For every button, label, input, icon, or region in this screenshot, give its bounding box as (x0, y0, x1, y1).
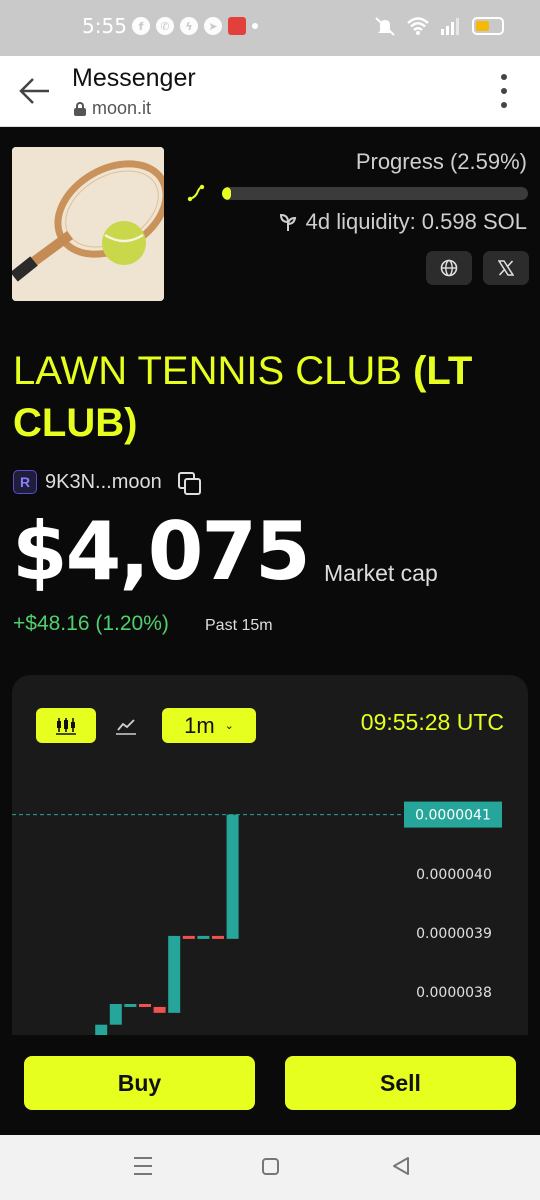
candle (182, 935, 195, 939)
system-icons (374, 16, 504, 36)
back-arrow-icon[interactable] (18, 76, 52, 106)
candlestick-toggle[interactable] (36, 708, 96, 743)
change-period: Past 15m (205, 617, 273, 634)
facebook-icon: f (132, 17, 150, 35)
more-notifications-icon (252, 23, 258, 29)
progress-label: Progress (2.59%) (355, 149, 527, 174)
globe-icon (440, 259, 458, 277)
candlestick-chart[interactable]: 0.00000410.00000400.00000390.00000380.00… (12, 775, 528, 1035)
mute-icon (375, 17, 395, 36)
liquidity-text: 4d liquidity: 0.598 SOL (305, 209, 527, 234)
url-bar[interactable]: moon.it (74, 98, 151, 119)
interval-select[interactable]: 1m ⌄ (162, 708, 256, 743)
x-social-button[interactable] (483, 251, 529, 285)
app-title: Messenger (72, 64, 196, 92)
liquidity-info: 4d liquidity: 0.598 SOL (278, 209, 527, 235)
candle (95, 1024, 108, 1035)
candles (95, 814, 239, 1035)
candlestick-icon (56, 717, 76, 735)
price-chart-card: 1m ⌄ 09:55:28 UTC 0.0000041 0.0000040 0.00… (12, 675, 528, 1035)
recent-apps-icon[interactable] (134, 1157, 152, 1175)
more-options-icon[interactable] (500, 74, 508, 108)
chevron-down-icon: ⌄ (224, 720, 234, 732)
battery-icon (472, 17, 504, 35)
candle (124, 1003, 137, 1007)
address-text: 9K3N...moon (45, 470, 162, 493)
photos-icon (228, 17, 246, 35)
telegram-icon: ➤ (204, 17, 222, 35)
signal-icon (441, 18, 459, 35)
interval-value: 1m (184, 712, 215, 738)
sell-button[interactable]: Sell (285, 1056, 516, 1110)
system-nav-bar (0, 1135, 540, 1200)
candle (109, 1003, 122, 1025)
y-tick-label: 0.0000039 (416, 926, 492, 942)
sprout-icon (279, 213, 296, 231)
status-bar: 5:55 f ✆ ϟ ➤ (0, 0, 540, 56)
market-cap-value: $4,075 (12, 505, 311, 598)
line-chart-icon (116, 718, 136, 735)
lock-icon (74, 101, 86, 116)
status-time: 5:55 (82, 14, 127, 38)
line-chart-toggle[interactable] (110, 708, 142, 743)
candle (139, 1003, 151, 1007)
token-image (12, 147, 164, 301)
raydium-icon: R (13, 470, 37, 494)
candle (212, 935, 224, 939)
battery-level (476, 21, 489, 31)
token-address: R 9K3N...moon (13, 470, 201, 495)
copy-icon[interactable] (177, 472, 201, 495)
x-logo-icon (498, 260, 514, 276)
whatsapp-icon: ✆ (156, 17, 174, 35)
y-tick-label: 0.0000038 (416, 985, 492, 1001)
messenger-icon: ϟ (180, 17, 198, 35)
candle (197, 935, 210, 939)
candle (153, 1006, 166, 1013)
progress-bar-fill (222, 187, 232, 200)
home-icon[interactable] (262, 1158, 279, 1175)
chart-time: 09:55:28 UTC (360, 709, 504, 735)
market-cap-label: Market cap (324, 560, 438, 586)
price-change: +$48.16 (1.20%) (13, 612, 169, 635)
url-text: moon.it (92, 98, 152, 118)
token-page: Progress (2.59%) 4d liquidity: 0.598 SOL… (0, 127, 540, 1035)
candle (226, 814, 239, 939)
notification-icons: f ✆ ϟ ➤ (132, 17, 258, 35)
y-tick-label: 0.0000040 (416, 867, 492, 883)
token-name: LAWN TENNIS CLUB (13, 349, 414, 393)
candle (168, 935, 181, 1013)
buy-button[interactable]: Buy (24, 1056, 255, 1110)
token-title: LAWN TENNIS CLUB (LT CLUB) (13, 345, 528, 449)
browser-app-bar: Messenger moon.it (0, 56, 540, 127)
bonding-curve-icon (187, 184, 205, 202)
website-button[interactable] (426, 251, 472, 285)
current-price-tag-label: 0.0000041 (415, 808, 491, 824)
trade-actions: Buy Sell (0, 1035, 540, 1135)
progress-bar (222, 187, 528, 200)
y-axis: 0.00000410.00000400.00000390.00000380.00… (416, 808, 492, 1002)
wifi-icon (407, 17, 429, 35)
back-icon[interactable] (390, 1155, 412, 1177)
